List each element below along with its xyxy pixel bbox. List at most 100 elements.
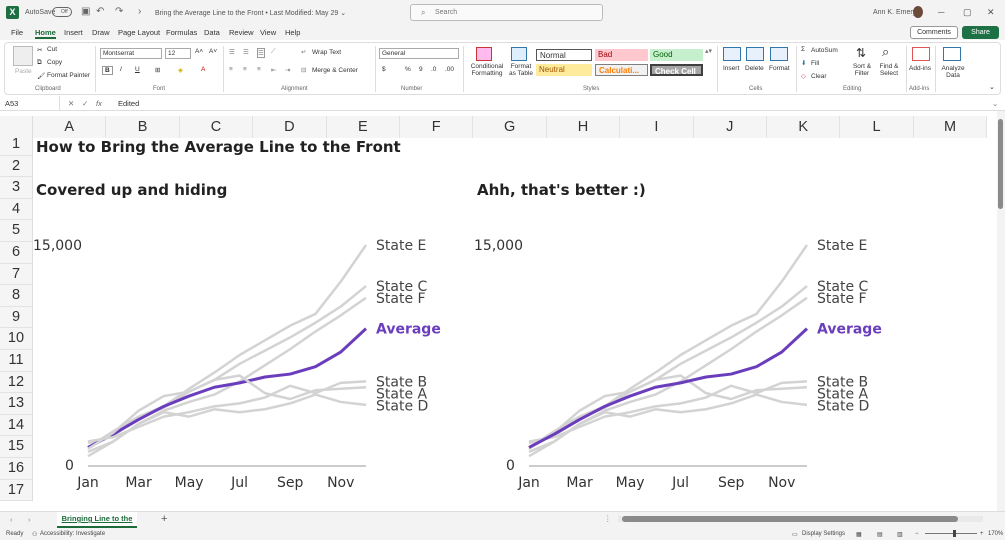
column-header-k[interactable]: K — [767, 116, 841, 138]
accessibility-status[interactable]: Accessibility: Investigate — [40, 531, 105, 537]
zoom-slider[interactable] — [925, 533, 977, 534]
avatar[interactable] — [913, 6, 923, 18]
fill-button[interactable]: Fill — [811, 60, 819, 67]
align-middle-icon[interactable]: ☰ — [243, 48, 249, 56]
menu-page-layout[interactable]: Page Layout — [118, 28, 160, 37]
prev-sheet-icon[interactable]: ‹ — [10, 515, 13, 524]
italic-button[interactable]: I — [120, 66, 122, 73]
zoom-out-icon[interactable]: − — [915, 531, 919, 537]
tab-split-icon[interactable]: ⋮ — [604, 514, 612, 523]
column-header-g[interactable]: G — [473, 116, 547, 138]
format-table-icon[interactable] — [511, 47, 527, 61]
add-ins-icon[interactable] — [912, 47, 930, 61]
cell-a1-title[interactable]: How to Bring the Average Line to the Fro… — [36, 138, 401, 156]
column-header-b[interactable]: B — [106, 116, 180, 138]
cell-a3[interactable]: Covered up and hiding — [36, 181, 227, 199]
formula-input[interactable]: Edited — [118, 99, 139, 108]
increase-decimal-icon[interactable]: .0 — [431, 66, 436, 73]
font-name-select[interactable]: Montserrat — [100, 48, 162, 59]
conditional-formatting-icon[interactable] — [476, 47, 492, 61]
underline-button[interactable]: U — [135, 66, 140, 73]
column-header-h[interactable]: H — [546, 116, 621, 138]
row-header-4[interactable]: 4 — [0, 198, 33, 221]
enter-icon[interactable]: ✓ — [82, 99, 88, 108]
menu-help[interactable]: Help — [285, 28, 300, 37]
bold-button[interactable]: B — [102, 66, 113, 75]
row-header-15[interactable]: 15 — [0, 436, 33, 458]
sheet-tab-active[interactable]: Bringing Line to the Front — [57, 512, 137, 537]
column-header-j[interactable]: J — [693, 116, 767, 138]
column-header-m[interactable]: M — [913, 116, 988, 138]
normal-view-icon[interactable]: ▦ — [856, 531, 862, 538]
row-header-14[interactable]: 14 — [0, 414, 33, 437]
decrease-decimal-icon[interactable]: .00 — [445, 66, 454, 73]
decrease-indent-icon[interactable]: ⇤ — [271, 66, 276, 74]
menu-insert[interactable]: Insert — [64, 28, 83, 37]
currency-icon[interactable]: $ — [382, 66, 386, 73]
analyze-data-icon[interactable] — [943, 47, 961, 61]
share-button[interactable]: Share — [962, 26, 999, 39]
maximize-icon[interactable]: ▢ — [963, 7, 972, 18]
cut-icon[interactable]: ✂ — [37, 46, 42, 54]
percent-icon[interactable]: % — [405, 66, 411, 73]
menu-data[interactable]: Data — [204, 28, 220, 37]
format-painter-button[interactable]: Format Painter — [47, 72, 90, 79]
vertical-scroll-thumb[interactable] — [998, 119, 1003, 209]
worksheet-grid[interactable]: ABCDEFGHIJKLM 1 2 3 4 5 6 7 8 9 10 11 12 13 14 15 16 17 … — [0, 111, 997, 511]
user-name[interactable]: Ann K. Emery — [873, 9, 916, 16]
copy-icon[interactable]: ⧉ — [37, 59, 42, 67]
display-settings-icon[interactable]: ▭ — [792, 531, 798, 538]
format-as-table-button[interactable]: Format as Table — [507, 63, 535, 77]
style-good[interactable]: Good — [650, 49, 703, 61]
minimize-icon[interactable]: ─ — [938, 7, 944, 17]
close-icon[interactable]: ✕ — [987, 7, 995, 18]
style-calculation[interactable]: Calculati... — [595, 64, 648, 76]
add-sheet-icon[interactable]: + — [161, 513, 167, 525]
column-header-a[interactable]: A — [33, 116, 107, 138]
menu-review[interactable]: Review — [229, 28, 254, 37]
horizontal-scrollbar[interactable] — [618, 516, 983, 522]
merge-center-button[interactable]: Merge & Center — [312, 67, 358, 74]
page-layout-view-icon[interactable]: ▤ — [877, 531, 883, 538]
sort-filter-icon[interactable]: ⇅ — [856, 46, 866, 60]
font-size-select[interactable]: 12 — [165, 48, 191, 59]
clear-button[interactable]: Clear — [811, 73, 827, 80]
fill-icon[interactable]: ⬇ — [801, 59, 806, 67]
find-select-icon[interactable]: ⌕ — [882, 44, 889, 60]
number-format-select[interactable]: General — [379, 48, 459, 59]
delete-cells-icon[interactable] — [746, 47, 764, 61]
save-icon[interactable]: ▣ — [81, 6, 90, 17]
styles-scroll-icon[interactable]: ▴▾ — [705, 47, 712, 55]
autosum-button[interactable]: AutoSum — [811, 47, 838, 54]
cut-button[interactable]: Cut — [47, 46, 57, 53]
align-top-icon[interactable]: ☰ — [229, 48, 235, 56]
insert-button[interactable]: Insert — [723, 65, 739, 72]
menu-view[interactable]: View — [260, 28, 276, 37]
redo-icon[interactable]: ↷ — [115, 6, 123, 17]
row-header-6[interactable]: 6 — [0, 242, 33, 264]
zoom-in-icon[interactable]: + — [980, 531, 984, 537]
comma-icon[interactable]: 9 — [419, 66, 423, 73]
column-header-c[interactable]: C — [179, 116, 254, 138]
font-color-icon[interactable]: A — [201, 66, 205, 73]
cancel-icon[interactable]: ✕ — [68, 99, 74, 108]
clear-icon[interactable]: ◇ — [801, 72, 806, 80]
column-header-l[interactable]: L — [840, 116, 914, 138]
wrap-text-button[interactable]: Wrap Text — [312, 49, 341, 56]
customize-icon[interactable]: › — [138, 6, 141, 17]
menu-draw[interactable]: Draw — [92, 28, 110, 37]
borders-icon[interactable]: ⊞ — [155, 66, 160, 74]
format-painter-icon[interactable]: 🖌 — [37, 72, 45, 80]
name-box[interactable]: A53 — [0, 96, 60, 110]
find-select-button[interactable]: Find & Select — [876, 63, 902, 77]
row-header-13[interactable]: 13 — [0, 393, 33, 415]
copy-button[interactable]: Copy — [47, 59, 62, 66]
vertical-scrollbar[interactable] — [997, 111, 1005, 511]
chart-covered[interactable]: 15,0000Jan Mar May Jul Sep NovState EState CS… — [33, 223, 473, 503]
row-header-10[interactable]: 10 — [0, 328, 33, 350]
expand-formula-icon[interactable]: ⌄ — [992, 99, 998, 108]
undo-icon[interactable]: ↶ — [96, 6, 104, 17]
comments-button[interactable]: Comments — [910, 26, 958, 39]
sort-filter-button[interactable]: Sort & Filter — [850, 63, 874, 77]
analyze-data-button[interactable]: Analyze Data — [939, 65, 967, 79]
